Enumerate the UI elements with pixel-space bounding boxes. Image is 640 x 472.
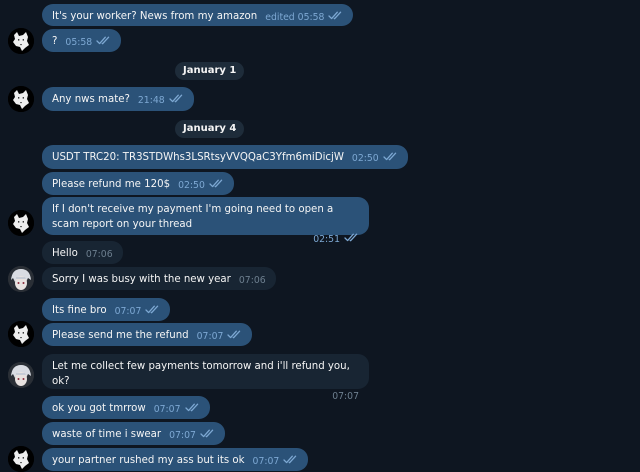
chat-history[interactable]: It's your worker? News from my amazon edi… [0,0,640,472]
message-time: 02:51 [313,234,340,245]
double-check-icon [227,330,242,339]
message-time: 07:06 [238,275,266,286]
date-separator: January 1 [175,62,245,80]
message-bubble[interactable]: your partner rushed my ass but its ok 07:… [42,448,309,471]
double-check-icon [169,94,184,103]
message-bubble[interactable]: ? 05:58 [42,29,122,52]
message-text: Please refund me 120$ [52,179,171,190]
wolf-avatar-icon [8,321,34,347]
date-separator: January 4 [175,120,245,138]
message-time: 02:50 [351,153,379,164]
message-bubble[interactable]: Please refund me 120$ 02:50 [42,172,234,195]
double-check-icon [185,403,200,412]
message-time: 07:07 [169,430,196,441]
message-text: ok you got tmrrow [52,403,146,414]
message-time: 07:07 [153,404,181,415]
message-bubble[interactable]: Let me collect few payments tomorrow and… [42,354,369,402]
double-check-icon [328,11,343,20]
message-text: Please send me the refund [52,330,189,341]
double-check-icon [283,455,298,464]
message-bubble[interactable]: USDT TRC20: TR3STDWhs3LSRtsyVVQQaC3Yfm6m… [42,145,408,169]
sender-avatar[interactable] [8,210,34,236]
message-bubble[interactable]: If I don't receive my payment I'm going … [42,197,369,245]
message-text: USDT TRC20: TR3STDWhs3LSRtsyVVQQaC3Yfm6m… [52,152,344,163]
double-check-icon [200,429,215,438]
message-bubble[interactable]: It's your worker? News from my amazon edi… [42,4,354,26]
message-bubble[interactable]: Any nws mate? 21:48 [42,87,194,111]
message-text: ? [52,36,58,47]
message-time: 07:07 [332,391,359,402]
message-text: Its fine bro [52,305,107,316]
message-text: your partner rushed my ass but its ok [52,455,245,466]
partner-avatar[interactable] [8,266,34,292]
sender-avatar[interactable] [8,28,34,54]
message-text: Sorry I was busy with the new year [52,274,231,285]
wolf-avatar-icon [8,446,34,472]
double-check-icon [344,233,359,242]
double-check-icon [96,36,111,45]
message-text: Let me collect few payments tomorrow and… [52,361,350,387]
message-time: 02:50 [178,180,205,191]
message-text: It's your worker? News from my amazon [52,11,258,22]
message-text: waste of time i swear [52,429,162,440]
message-bubble[interactable]: Hello 07:06 [42,241,123,264]
message-time: 05:58 [65,37,93,48]
wolf-avatar-icon [8,210,34,236]
message-time: 21:48 [137,95,165,106]
partner-avatar[interactable] [8,362,34,388]
message-time: 07:07 [196,331,224,342]
message-time: 07:07 [114,306,142,317]
double-check-icon [209,179,224,188]
double-check-icon [383,152,398,161]
message-bubble[interactable]: ok you got tmrrow 07:07 [42,396,210,419]
message-time: 07:07 [252,456,280,467]
message-bubble[interactable]: Sorry I was busy with the new year 07:06 [42,267,276,290]
anime-avatar-icon [8,266,34,292]
message-time: edited 05:58 [265,12,325,23]
sender-avatar[interactable] [8,86,34,112]
message-time: 07:06 [85,249,113,260]
message-bubble[interactable]: Its fine bro 07:07 [42,298,171,321]
message-bubble[interactable]: Please send me the refund 07:07 [42,323,253,346]
message-text: Any nws mate? [52,94,130,105]
wolf-avatar-icon [8,86,34,112]
sender-avatar[interactable] [8,446,34,472]
message-bubble[interactable]: waste of time i swear 07:07 [42,422,225,445]
double-check-icon [145,305,160,314]
anime-avatar-icon [8,362,34,388]
message-text: Hello [52,248,78,259]
message-text: If I don't receive my payment I'm going … [52,204,334,230]
sender-avatar[interactable] [8,321,34,347]
wolf-avatar-icon [8,28,34,54]
